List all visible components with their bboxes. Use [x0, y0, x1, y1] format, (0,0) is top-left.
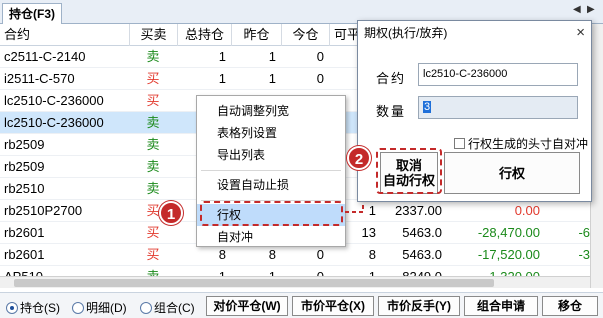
cell-avg-price: 5463.0	[402, 225, 442, 240]
cell-direction: 买	[146, 225, 160, 240]
menu-item-self-hedge[interactable]: 自对冲	[197, 226, 345, 248]
cell-contract: rb2509	[4, 159, 45, 174]
cell-contract: rb2601	[4, 225, 45, 240]
radio-dot-icon	[140, 301, 152, 314]
cell-contract: lc2510-C-236000	[4, 93, 104, 108]
market-close-button[interactable]: 市价平仓(X)	[292, 296, 374, 316]
radio-combos[interactable]: 组合(C)	[140, 299, 195, 316]
cell-direction: 卖	[146, 49, 160, 64]
column-header-yesterday[interactable]: 昨仓	[232, 24, 282, 46]
cell-direction: 卖	[146, 137, 160, 152]
radio-dot-icon	[6, 301, 18, 314]
callout-highlight-exercise	[200, 201, 343, 226]
column-header-direction[interactable]: 买卖	[130, 24, 178, 46]
menu-divider	[201, 170, 341, 171]
callout-badge-2: 2	[347, 146, 371, 170]
cell-direction: 买	[146, 247, 160, 262]
radio-label: 组合(C)	[154, 301, 195, 315]
cell-extra: -6	[578, 225, 590, 240]
cell-direction: 买	[146, 93, 160, 108]
menu-item-column-settings[interactable]: 表格列设置	[197, 122, 345, 144]
cell-contract: rb2510	[4, 181, 45, 196]
cell-yesterday: 1	[268, 49, 276, 64]
cell-profit-loss: -17,520.00	[477, 247, 540, 262]
cell-extra: -3	[578, 247, 590, 262]
close-at-counterprice-button[interactable]: 对价平仓(W)	[206, 296, 288, 316]
combo-request-button[interactable]: 组合申请	[464, 296, 538, 316]
cell-total: 1	[218, 71, 226, 86]
cell-yesterday: 1	[268, 71, 276, 86]
contract-field[interactable]: lc2510-C-236000	[418, 63, 578, 86]
roll-position-button[interactable]: 移仓	[542, 296, 598, 316]
cell-direction: 买	[146, 71, 160, 86]
radio-dot-icon	[72, 301, 84, 314]
horizontal-scrollbar[interactable]	[0, 276, 590, 288]
column-header-total[interactable]: 总持仓	[178, 24, 232, 46]
cell-today: 0	[316, 49, 324, 64]
cell-contract: i2511-C-570	[4, 71, 75, 86]
bottom-toolbar: 持仓(S) 明细(D) 组合(C) 对价平仓(W) 市价平仓(X) 市价反手(Y…	[0, 292, 603, 318]
quantity-field[interactable]: 3	[418, 96, 578, 119]
scrollbar-thumb[interactable]	[14, 279, 494, 287]
cell-contract: rb2601	[4, 247, 45, 262]
tab-positions[interactable]: 持仓(F3)	[2, 3, 62, 24]
checkbox-label: 行权生成的头寸自对冲	[468, 137, 589, 151]
column-header-closable[interactable]: 可平	[330, 24, 360, 46]
menu-item-autofit-columns[interactable]: 自动调整列宽	[197, 100, 345, 122]
exercise-button[interactable]: 行权	[444, 152, 580, 194]
cell-today: 0	[316, 71, 324, 86]
radio-label: 明细(D)	[86, 301, 127, 315]
quantity-value: 3	[423, 101, 432, 113]
close-icon[interactable]: ×	[576, 23, 585, 43]
tab-scroll-left-icon[interactable]: ◀	[573, 4, 581, 15]
cell-direction: 卖	[146, 159, 160, 174]
cell-profit-loss: 0.00	[514, 203, 540, 218]
column-header-today[interactable]: 今仓	[282, 24, 330, 46]
radio-details[interactable]: 明细(D)	[72, 299, 127, 316]
radio-label: 持仓(S)	[20, 301, 60, 315]
checkbox-icon	[454, 138, 465, 149]
callout-badge-1: 1	[159, 201, 183, 225]
quantity-label: 数量	[376, 104, 407, 119]
menu-item-auto-stop-loss[interactable]: 设置自动止损	[197, 174, 345, 196]
contract-label: 合约	[376, 71, 407, 86]
market-reverse-button[interactable]: 市价反手(Y)	[378, 296, 460, 316]
cell-avg-price: 5463.0	[402, 247, 442, 262]
cell-extra	[544, 200, 590, 222]
tab-scroll-right-icon[interactable]: ▶	[587, 4, 595, 15]
dialog-title: 期权(执行/放弃)	[364, 26, 448, 40]
cell-total: 1	[218, 49, 226, 64]
cell-direction: 卖	[146, 115, 160, 130]
menu-item-export-list[interactable]: 导出列表	[197, 144, 345, 166]
cell-contract: lc2510-C-236000	[4, 115, 104, 130]
cell-contract: rb2510P2700	[4, 203, 83, 218]
cell-profit-loss: -28,470.00	[477, 225, 540, 240]
cell-direction: 卖	[146, 181, 160, 196]
cell-avg-price: 2337.00	[395, 203, 442, 218]
callout-highlight-cancel-exercise	[376, 148, 442, 194]
radio-positions[interactable]: 持仓(S)	[6, 299, 60, 316]
cell-contract: rb2509	[4, 137, 45, 152]
column-header-contract[interactable]: 合约	[0, 24, 130, 46]
self-hedge-checkbox[interactable]: 行权生成的头寸自对冲	[454, 135, 588, 152]
cell-contract: c2511-C-2140	[4, 49, 86, 64]
